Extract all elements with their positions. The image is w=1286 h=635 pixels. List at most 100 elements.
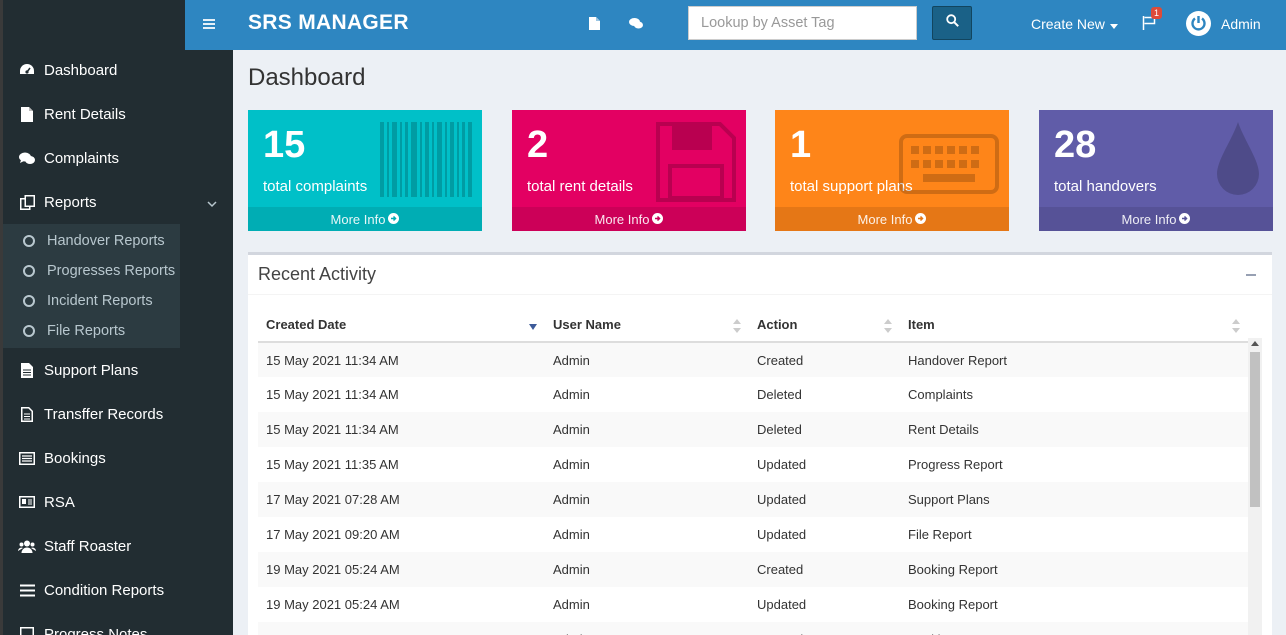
sidebar-item-staff-roaster[interactable]: Staff Roaster	[3, 524, 233, 568]
create-new-dropdown[interactable]: Create New	[1031, 16, 1118, 32]
arrow-circle-right-icon	[1179, 212, 1191, 227]
cell-item: Booking Report	[900, 622, 1248, 635]
sidebar-item-label: RSA	[44, 493, 75, 511]
app-brand[interactable]: SRS MANAGER	[248, 11, 409, 35]
sort-icon	[884, 319, 892, 336]
table-row: 15 May 2021 11:34 AM Admin Created Hando…	[258, 342, 1248, 377]
caret-down-icon	[1109, 16, 1118, 32]
table-row: 15 May 2021 11:34 AM Admin Deleted Rent …	[258, 412, 1248, 447]
search-button[interactable]	[932, 6, 972, 40]
stat-number: 2	[527, 124, 549, 166]
cell-item: File Report	[908, 527, 972, 542]
cell-action: Deleted	[757, 387, 802, 402]
stat-box-rent-details: 2 total rent details More Info	[512, 110, 746, 231]
file-icon[interactable]	[586, 15, 602, 31]
cell-action: Updated	[757, 597, 807, 612]
table-row: 19 May 2021 05:24 AM Admin Updated Booki…	[258, 587, 1248, 622]
sidebar-item-condition-reports[interactable]: Condition Reports	[3, 568, 233, 612]
stat-box-handovers: 28 total handovers More Info	[1039, 110, 1273, 231]
table-scrollbar[interactable]	[1248, 338, 1262, 635]
more-info-link[interactable]: More Info	[775, 207, 1009, 231]
sidebar-toggle-button[interactable]	[185, 0, 233, 50]
comments-icon	[18, 150, 36, 166]
sidebar-item-label: Rent Details	[44, 105, 126, 123]
circle-icon	[23, 325, 35, 337]
more-info-label: More Info	[594, 211, 650, 227]
cell-user-name: Admin	[553, 527, 590, 542]
sidebar-item-bookings[interactable]: Bookings	[3, 436, 233, 480]
column-header-item[interactable]: Item	[900, 308, 1248, 343]
panel-title: Recent Activity	[258, 264, 377, 284]
stat-label: total complaints	[263, 178, 368, 195]
stat-box-complaints: 15 total complaints More Info	[248, 110, 482, 231]
floppy-icon	[656, 122, 736, 207]
submenu-item-label: Handover Reports	[47, 233, 165, 249]
sidebar-item-dashboard[interactable]: Dashboard	[3, 48, 233, 92]
avatar	[1186, 11, 1211, 36]
stat-label: total handovers	[1054, 178, 1157, 195]
more-info-link[interactable]: More Info	[1039, 207, 1273, 231]
user-menu[interactable]: Admin	[1186, 11, 1261, 36]
sidebar-item-label: Support Plans	[44, 361, 139, 379]
circle-icon	[23, 265, 35, 277]
sort-desc-icon	[529, 319, 537, 334]
table-row: 15 May 2021 11:34 AM Admin Deleted Compl…	[258, 377, 1248, 412]
sidebar-item-label: Staff Roaster	[44, 537, 132, 555]
cell-user-name: Admin	[545, 552, 749, 587]
more-info-label: More Info	[330, 211, 386, 227]
users-icon	[18, 538, 36, 554]
sort-icon	[1232, 319, 1240, 336]
arrow-circle-right-icon	[388, 212, 400, 227]
table-row: 17 May 2021 07:28 AM Admin Updated Suppo…	[258, 482, 1248, 517]
comments-icon[interactable]	[628, 15, 644, 31]
submenu-item-file-reports[interactable]: File Reports	[3, 316, 180, 346]
cell-user-name: Admin	[553, 597, 590, 612]
notification-badge: 1	[1151, 7, 1163, 19]
sidebar-item-transffer-records[interactable]: Transffer Records	[3, 392, 233, 436]
cell-created-date: 15 May 2021 11:34 AM	[258, 342, 545, 377]
sidebar-item-label: Condition Reports	[44, 581, 165, 599]
cell-created-date: 19 May 2021 05:24 AM	[258, 552, 545, 587]
sidebar-item-progress-notes[interactable]: Progress Notes	[3, 612, 233, 635]
arrow-circle-right-icon	[915, 212, 927, 227]
more-info-link[interactable]: More Info	[512, 207, 746, 231]
user-name: Admin	[1221, 15, 1261, 32]
column-header-action[interactable]: Action	[749, 308, 900, 343]
submenu-item-progresses-reports[interactable]: Progresses Reports	[3, 256, 180, 286]
column-header-created-date[interactable]: Created Date	[258, 308, 545, 343]
cell-user-name: Admin	[545, 342, 749, 377]
sidebar-item-complaints[interactable]: Complaints	[3, 136, 233, 180]
submenu-item-incident-reports[interactable]: Incident Reports	[3, 286, 180, 316]
dashboard-icon	[18, 62, 36, 78]
stat-label: total support plans	[790, 178, 913, 195]
cell-item: Rent Details	[900, 412, 1248, 447]
more-info-link[interactable]: More Info	[248, 207, 482, 231]
sidebar-item-support-plans[interactable]: Support Plans	[3, 348, 233, 392]
submenu-item-handover-reports[interactable]: Handover Reports	[3, 226, 180, 256]
sidebar-item-rent-details[interactable]: Rent Details	[3, 92, 233, 136]
asset-tag-search-input[interactable]	[688, 6, 917, 40]
circle-icon	[23, 235, 35, 247]
id-card-icon	[18, 494, 36, 510]
arrow-circle-right-icon	[652, 212, 664, 227]
activity-table: Created Date User Name Action Item 15 Ma…	[258, 308, 1248, 635]
cell-action: Updated	[749, 482, 900, 517]
scrollbar-thumb[interactable]	[1250, 352, 1260, 507]
table-row: 19 May 2021 05:30 AM Admin Created Booki…	[258, 622, 1248, 635]
cell-action: Updated	[757, 527, 807, 542]
stat-number: 1	[790, 124, 812, 166]
cell-created-date: 19 May 2021 05:24 AM	[266, 597, 400, 612]
cell-created-date: 17 May 2021 09:20 AM	[266, 527, 400, 542]
minus-icon[interactable]	[1246, 274, 1256, 276]
column-header-user-name[interactable]: User Name	[545, 308, 749, 343]
cell-action: Created	[749, 342, 900, 377]
cell-item: Booking Report	[908, 597, 998, 612]
cell-user-name: Admin	[545, 622, 749, 635]
sidebar-item-reports[interactable]: Reports	[3, 180, 233, 224]
stat-box-support-plans: 1 total support plans More Info	[775, 110, 1009, 231]
cell-item: Booking Report	[900, 552, 1248, 587]
scroll-up-arrow-icon[interactable]	[1251, 341, 1259, 346]
recent-activity-panel: Recent Activity Created Date User Name A…	[248, 252, 1272, 635]
sidebar-item-rsa[interactable]: RSA	[3, 480, 233, 524]
stat-label: total rent details	[527, 178, 633, 195]
